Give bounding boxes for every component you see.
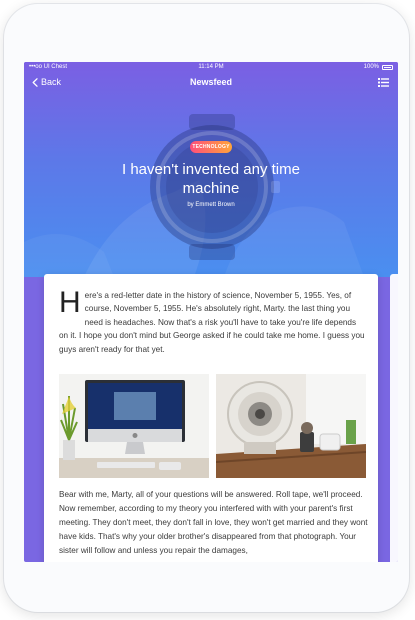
battery-percent: 100% [363, 64, 379, 70]
category-badge[interactable]: TECHNOLOGY [190, 141, 232, 153]
battery-icon [382, 64, 393, 70]
screen: TECHNOLOGY I haven't invented any time m… [24, 62, 398, 562]
nav-title: Newsfeed [189, 77, 233, 87]
article-title: I haven't invented any time machine [122, 161, 300, 197]
list-menu-icon[interactable] [378, 78, 389, 87]
desk-speaker-photo[interactable] [216, 374, 366, 478]
article-card: Here's a red-letter date in the history … [44, 274, 378, 562]
status-bar: •••oo UI Chest 11:14 PM 100% [24, 62, 398, 72]
hero-background: TECHNOLOGY I haven't invented any time m… [24, 62, 398, 277]
tablet-frame: TECHNOLOGY I haven't invented any time m… [4, 4, 409, 612]
battery-status: 100% [364, 62, 393, 72]
drop-cap: H [59, 286, 81, 319]
desk-imac-photo[interactable] [59, 374, 209, 478]
paragraph-1-text: ere's a red-letter date in the history o… [59, 291, 365, 354]
article-paragraph-2: Bear with me, Marty, all of your questio… [59, 490, 368, 555]
imac-illustration [59, 374, 209, 478]
article-byline: by Emmett Brown [187, 202, 235, 208]
article-paragraph-1: Here's a red-letter date in the history … [59, 286, 367, 356]
speaker-illustration [216, 374, 366, 478]
navigation-bar: Back Newsfeed [24, 74, 398, 94]
next-card-peek[interactable] [390, 274, 398, 562]
clock: 11:14 PM [198, 64, 224, 70]
